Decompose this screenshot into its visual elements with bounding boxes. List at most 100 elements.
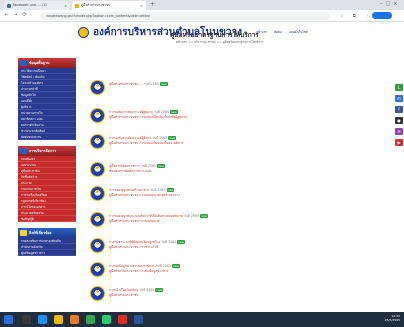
forward-button[interactable]: → bbox=[12, 12, 19, 19]
seal-icon bbox=[90, 186, 105, 201]
browser-tab-active[interactable]: คู่มือสำหรับประชาชน × bbox=[72, 1, 146, 10]
sidebar-box-title: ข้อมูลพื้นฐาน bbox=[29, 61, 50, 65]
browser-tab[interactable]: Facebook: อบต. ... (1) × bbox=[4, 1, 70, 10]
mail-icon[interactable]: ✉ bbox=[395, 128, 403, 135]
search-icon[interactable] bbox=[22, 315, 31, 324]
social-sidebar: Lm f ● ✉ ▶ bbox=[395, 84, 403, 150]
seal-icon bbox=[90, 80, 105, 95]
manual-entry[interactable]: คู่มือสำหรับประชาชน ... วันที่ 2565 new bbox=[90, 80, 320, 96]
entry-title: การแจ้งเรื่องร้องเรียน bbox=[109, 288, 139, 292]
chrome-icon[interactable] bbox=[86, 315, 95, 324]
book-icon bbox=[20, 60, 27, 66]
entry-date: วันที่ 2565 bbox=[155, 264, 171, 268]
sidebar-menu: กรมส่งเสริมการปกครองท้องถิ่น สำนักงานจังห… bbox=[18, 238, 76, 256]
web-page: องค์การบริหารส่วนตำบลโนนขวาง หน้าแรก ติด… bbox=[0, 22, 404, 312]
edge-icon[interactable] bbox=[38, 315, 47, 324]
entry-date: วันที่ 2565 bbox=[152, 136, 168, 140]
entry-subtitle-link[interactable]: ขั้นตอนการติดต่อราชการ อบต. bbox=[109, 169, 152, 174]
entry-title: การขออนุญาตประกอบกิจการที่เป็นอันตรายต่อ… bbox=[109, 214, 183, 218]
entry-title: การขอข้อมูลข่าวสารของราชการ bbox=[109, 264, 155, 268]
pdf-icon[interactable] bbox=[118, 315, 127, 324]
site-favicon-icon bbox=[75, 3, 79, 8]
sidebar: ข้อมูลพื้นฐาน ประวัติความเป็นมา วิสัยทัศน… bbox=[18, 58, 76, 312]
toolbar-icons[interactable]: ☆ ⧉ ⋮ bbox=[340, 13, 373, 18]
site-logo bbox=[78, 26, 89, 38]
sidebar-box-header: ลิงก์ที่เกี่ยวข้อง bbox=[18, 228, 76, 238]
new-tab-button[interactable]: + bbox=[150, 1, 155, 8]
close-tab-icon[interactable]: × bbox=[64, 4, 67, 8]
entry-subtitle-link[interactable]: คู่มือสำหรับประชาชน bbox=[109, 293, 138, 298]
entry-subtitle-link[interactable]: คู่มือสำหรับประชาชน การขออนุญาตก่อสร้างอ… bbox=[109, 193, 180, 198]
system-tray[interactable]: 14:32 25/5/2565 bbox=[385, 314, 400, 322]
entry-subtitle-link[interactable]: คู่มือสำหรับประชาชน การขอข้อมูลข่าวสาร bbox=[109, 269, 168, 274]
entry-subtitle-link[interactable]: คู่มือสำหรับประชาชน การขออนุญาต bbox=[109, 219, 160, 224]
seal-icon bbox=[90, 212, 105, 227]
messenger-icon[interactable]: m bbox=[395, 95, 403, 102]
manual-entry[interactable]: คู่มือการติดต่อราชการ วันที่ 2565 new ขั้น… bbox=[90, 162, 320, 178]
url-field[interactable]: nongkhwang.go.th/index.php?option=com_co… bbox=[40, 12, 330, 20]
seal-icon bbox=[90, 108, 105, 123]
entry-subtitle-link[interactable]: คู่มือสำหรับประชาชน การลงทะเบียนรับเบี้ย… bbox=[109, 115, 187, 120]
close-tab-icon[interactable]: × bbox=[140, 4, 143, 8]
browser-tab-bar: Facebook: อบต. ... (1) × คู่มือสำหรับประ… bbox=[0, 0, 404, 10]
entry-title: การขอรับการสงเคราะห์ผู้สูงอายุ bbox=[109, 110, 153, 114]
sidebar-menu: แผนพัฒนา งบประมาณ คู่มือประชาชน จัดซื้อจัดจ… bbox=[18, 156, 76, 222]
entry-date: วันที่ 2565 bbox=[139, 288, 155, 292]
folder-icon[interactable] bbox=[54, 315, 63, 324]
new-badge: new bbox=[157, 164, 165, 168]
new-badge: new bbox=[177, 240, 186, 244]
facebook-icon bbox=[7, 3, 11, 8]
seal-icon bbox=[90, 162, 105, 177]
reload-button[interactable]: ⟳ bbox=[21, 12, 28, 19]
manual-entry[interactable]: การขออนุญาตประกอบกิจการที่เป็นอันตรายต่อ… bbox=[90, 212, 320, 228]
page-title: คู่มือหรือมาตรฐานการให้บริการ bbox=[170, 31, 259, 39]
manual-entry[interactable]: การแจ้งเรื่องร้องเรียน วันที่ 2565 new คู่… bbox=[90, 286, 320, 302]
sidebar-box-title: การบริหารจัดการ bbox=[29, 149, 57, 153]
entry-date: วันที่ 2565 bbox=[161, 240, 177, 244]
top-nav-link[interactable]: แผนผังเว็บไซต์ bbox=[289, 30, 308, 35]
tab-label: คู่มือสำหรับประชาชน bbox=[81, 3, 111, 7]
new-badge: new bbox=[169, 110, 178, 114]
link-icon bbox=[20, 230, 27, 236]
manual-entry[interactable]: การรับชำระภาษีที่ดินและสิ่งปลูกสร้าง วัน… bbox=[90, 238, 320, 254]
breadcrumb: หน้าแรก >> บริการประชาชน >> คู่มือหรือมา… bbox=[176, 40, 264, 44]
sidebar-box-header: ข้อมูลพื้นฐาน bbox=[18, 58, 76, 68]
word-icon[interactable] bbox=[134, 315, 143, 324]
line-icon[interactable]: L bbox=[395, 84, 403, 91]
entry-title: การรับชำระภาษีที่ดินและสิ่งปลูกสร้าง bbox=[109, 240, 161, 244]
sidebar-menu-item[interactable]: ศูนย์ข้อมูลข่าวสาร bbox=[18, 250, 76, 256]
manual-entry[interactable]: การขอรับการสงเคราะห์ผู้พิการ วันที่ 2565… bbox=[90, 134, 320, 150]
seal-icon bbox=[90, 262, 105, 277]
seal-icon bbox=[90, 134, 105, 149]
youtube-icon[interactable]: ▶ bbox=[395, 139, 403, 146]
firefox-icon[interactable] bbox=[70, 315, 79, 324]
entry-date: วันที่ 2565 bbox=[140, 164, 157, 168]
facebook-icon[interactable]: f bbox=[395, 106, 403, 113]
seal-icon bbox=[90, 286, 105, 301]
entry-title-link[interactable]: คู่มือสำหรับประชาชน ... วันที่ 2565 new bbox=[109, 82, 168, 87]
new-badge: new bbox=[159, 82, 168, 86]
manual-entry[interactable]: การขอข้อมูลข่าวสารของราชการ วันที่ 2565 n… bbox=[90, 262, 320, 278]
window-controls[interactable]: –□× bbox=[380, 1, 400, 7]
manual-entry[interactable]: การขอรับการสงเคราะห์ผู้สูงอายุ วันที่ 25… bbox=[90, 108, 320, 124]
entry-title: การขอรับการสงเคราะห์ผู้พิการ bbox=[109, 136, 152, 140]
user-icon[interactable]: ● bbox=[395, 117, 403, 124]
back-button[interactable]: ← bbox=[3, 12, 10, 19]
top-nav-link[interactable]: ติดต่อ bbox=[274, 30, 282, 35]
entry-subtitle-link[interactable]: คู่มือสำหรับประชาชน การลงทะเบียนรับเบี้ย… bbox=[109, 141, 183, 146]
sidebar-menu-item[interactable]: ติดต่อหน่วยงาน bbox=[18, 134, 76, 140]
line-app-icon[interactable] bbox=[102, 315, 111, 324]
tab-label: Facebook: อบต. ... (1) bbox=[13, 3, 47, 7]
entry-subtitle-link[interactable]: คู่มือสำหรับประชาชน การชำระภาษี bbox=[109, 245, 158, 250]
sidebar-menu-item[interactable]: ข้อบัญญัติ bbox=[18, 216, 76, 222]
start-button[interactable] bbox=[4, 315, 13, 324]
seal-icon bbox=[90, 238, 105, 253]
new-badge: new bbox=[171, 264, 180, 268]
profile-button[interactable] bbox=[372, 12, 392, 19]
manual-entry[interactable]: การขออนุญาตก่อสร้างอาคาร วันที่ 2565 new ค… bbox=[90, 186, 320, 202]
book-icon bbox=[20, 148, 27, 154]
sidebar-box-title: ลิงก์ที่เกี่ยวข้อง bbox=[29, 231, 52, 235]
sidebar-menu: ประวัติความเป็นมา วิสัยทัศน์ / พันธกิจ โคร… bbox=[18, 68, 76, 140]
entry-title: คู่มือสำหรับประชาชน ... bbox=[109, 82, 143, 86]
entry-date: วันที่ 2565 bbox=[143, 82, 159, 86]
